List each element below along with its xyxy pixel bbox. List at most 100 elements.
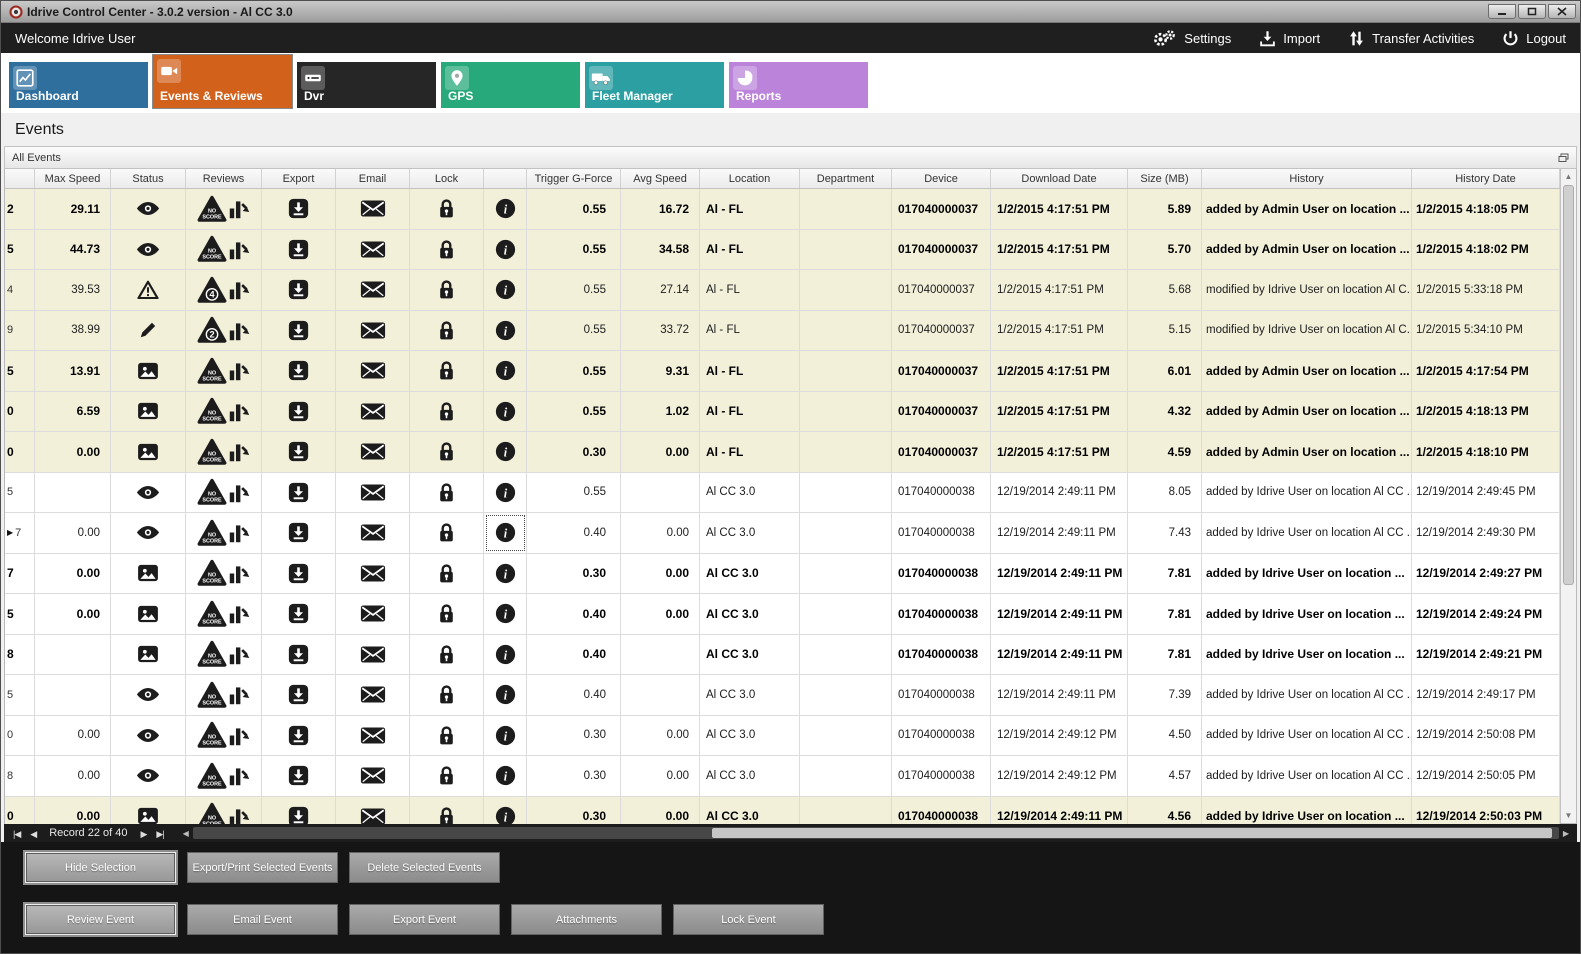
lock-icon[interactable] [438,684,455,705]
table-row[interactable]: 938.992i0.5533.72Al - FL0170400000371/2/… [5,311,1560,352]
review-chart-icon[interactable] [228,400,251,423]
info-icon[interactable]: i [495,198,516,219]
scroll-up-icon[interactable]: ▲ [1561,169,1576,184]
email-icon[interactable] [360,362,386,379]
column-header-avg-speed[interactable]: Avg Speed [621,169,700,188]
email-icon[interactable] [360,605,386,622]
panel-restore-icon[interactable] [1558,153,1569,163]
table-row[interactable]: 5NOSCOREi0.40Al CC 3.001704000003812/19/… [5,675,1560,716]
lock-event-button[interactable]: Lock Event [673,904,824,935]
email-icon[interactable] [360,808,386,824]
info-icon[interactable]: i [495,441,516,462]
column-header-history[interactable]: History [1202,169,1412,188]
info-icon[interactable]: i [495,482,516,503]
lock-icon[interactable] [438,441,455,462]
export-icon[interactable] [288,482,309,503]
table-row[interactable]: 00.00NOSCOREi0.300.00Al CC 3.00170400000… [5,716,1560,757]
review-chart-icon[interactable] [228,197,251,220]
score-triangle-icon[interactable]: NOSCORE [197,681,227,709]
review-chart-icon[interactable] [228,562,251,585]
column-header-location[interactable]: Location [700,169,800,188]
email-icon[interactable] [360,727,386,744]
score-triangle-icon[interactable]: NOSCORE [197,721,227,749]
score-triangle-icon[interactable]: NOSCORE [197,559,227,587]
column-header-email[interactable]: Email [336,169,410,188]
table-row[interactable]: ▶70.00NOSCOREi0.400.00Al CC 3.0017040000… [5,513,1560,554]
lock-icon[interactable] [438,279,455,300]
email-icon[interactable] [360,484,386,501]
tab-events-reviews[interactable]: Events & Reviews [153,55,292,108]
tab-gps[interactable]: GPS [441,62,580,108]
action-import[interactable]: Import [1259,30,1320,47]
eye-icon[interactable] [136,525,160,540]
image-icon[interactable] [137,807,159,824]
info-icon[interactable]: i [495,725,516,746]
table-row[interactable]: 50.00NOSCOREi0.400.00Al CC 3.00170400000… [5,594,1560,635]
table-row[interactable]: 06.59NOSCOREi0.551.02Al - FL017040000037… [5,392,1560,433]
column-header-lock[interactable]: Lock [410,169,484,188]
export-icon[interactable] [288,684,309,705]
export-event-button[interactable]: Export Event [349,904,500,935]
review-chart-icon[interactable] [228,481,251,504]
eye-icon[interactable] [136,728,160,743]
review-chart-icon[interactable] [228,643,251,666]
image-icon[interactable] [137,605,159,623]
score-triangle-icon[interactable]: NOSCORE [197,600,227,628]
lock-icon[interactable] [438,198,455,219]
export-icon[interactable] [288,725,309,746]
column-header-reviews[interactable]: Reviews [186,169,262,188]
tab-fleet-manager[interactable]: Fleet Manager [585,62,724,108]
export-icon[interactable] [288,360,309,381]
review-chart-icon[interactable] [228,238,251,261]
export-icon[interactable] [288,239,309,260]
table-row[interactable]: 00.00NOSCOREi0.300.00Al - FL017040000037… [5,432,1560,473]
score-triangle-icon[interactable]: NOSCORE [197,438,227,466]
export-icon[interactable] [288,279,309,300]
table-row[interactable]: 229.11NOSCOREi0.5516.72Al - FL0170400000… [5,189,1560,230]
table-row[interactable]: 513.91NOSCOREi0.559.31Al - FL01704000003… [5,351,1560,392]
review-chart-icon[interactable] [228,764,251,787]
review-chart-icon[interactable] [228,440,251,463]
column-header-blank-0[interactable] [5,169,35,188]
review-event-button[interactable]: Review Event [25,904,176,935]
export-icon[interactable] [288,198,309,219]
vertical-scrollbar-thumb[interactable] [1563,185,1574,585]
email-icon[interactable] [360,646,386,663]
info-icon[interactable]: i [495,320,516,341]
info-icon[interactable]: i [495,806,516,824]
scroll-down-icon[interactable]: ▼ [1561,808,1576,823]
score-triangle-icon[interactable]: NOSCORE [197,357,227,385]
scroll-right-icon[interactable]: ▶ [1559,829,1573,838]
horizontal-scrollbar[interactable]: ◀ ▶ [179,827,1573,839]
info-icon[interactable]: i [495,522,516,543]
info-icon[interactable]: i [495,684,516,705]
table-row[interactable]: 70.00NOSCOREi0.300.00Al CC 3.00170400000… [5,554,1560,595]
review-chart-icon[interactable] [228,521,251,544]
eye-icon[interactable] [136,242,160,257]
lock-icon[interactable] [438,239,455,260]
column-header-max-speed[interactable]: Max Speed [35,169,111,188]
close-button[interactable] [1548,4,1576,19]
column-header-size-mb[interactable]: Size (MB) [1128,169,1202,188]
lock-icon[interactable] [438,806,455,824]
pager-last-button[interactable]: ▶| [151,829,168,839]
export-print-selected-events-button[interactable]: Export/Print Selected Events [187,852,338,883]
email-icon[interactable] [360,200,386,217]
lock-icon[interactable] [438,644,455,665]
column-header-device[interactable]: Device [892,169,991,188]
lock-icon[interactable] [438,765,455,786]
info-icon[interactable]: i [495,603,516,624]
email-icon[interactable] [360,524,386,541]
lock-icon[interactable] [438,360,455,381]
score-triangle-icon[interactable]: 4 [197,276,227,304]
export-icon[interactable] [288,401,309,422]
email-icon[interactable] [360,322,386,339]
image-icon[interactable] [137,564,159,582]
column-header-history-date[interactable]: History Date [1412,169,1560,188]
review-chart-icon[interactable] [228,359,251,382]
table-row[interactable]: 544.73NOSCOREi0.5534.58Al - FL0170400000… [5,230,1560,271]
action-transfer-activities[interactable]: Transfer Activities [1348,30,1474,47]
export-icon[interactable] [288,320,309,341]
lock-icon[interactable] [438,401,455,422]
eye-icon[interactable] [136,687,160,702]
